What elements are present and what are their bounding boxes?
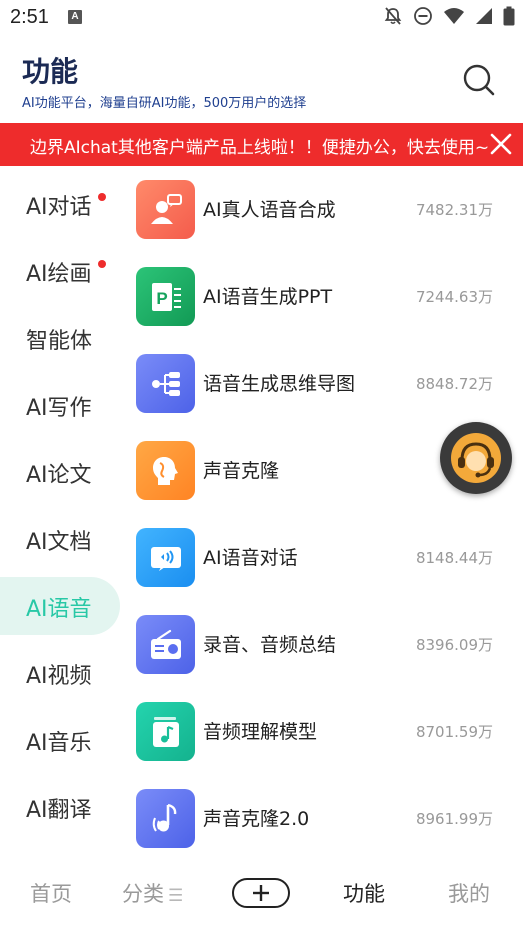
nav-home[interactable]: 首页 [30, 878, 72, 908]
sidebar-item-ai-translate[interactable]: AI翻译 [0, 778, 120, 836]
nav-mine[interactable]: 我的 [448, 878, 490, 908]
feature-name: AI语音生成PPT [203, 286, 333, 308]
do-not-disturb-icon [414, 7, 432, 25]
sidebar-item-label: AI语音 [26, 597, 92, 622]
feature-name: 声音克隆2.0 [203, 808, 310, 830]
music-note-icon [136, 789, 195, 848]
feature-item-voice-chat[interactable]: AI语音对话 8148.44万 [122, 514, 523, 601]
customer-service-button[interactable] [440, 422, 512, 494]
plus-icon [253, 885, 269, 901]
feature-name: 录音、音频总结 [203, 634, 337, 656]
close-icon[interactable] [489, 132, 513, 156]
category-sidebar: AI对话 AI绘画 智能体 AI写作 AI论文 AI文档 AI语音 AI视频 A… [0, 166, 122, 856]
sidebar-item-label: AI视频 [26, 664, 92, 689]
nav-features[interactable]: 功能 [343, 878, 385, 908]
status-time: 2:51 [10, 6, 49, 28]
announcement-banner[interactable]: 边界AIchat其他客户端产品上线啦！！便捷办公，快去使用~ [0, 123, 523, 166]
feature-list: AI真人语音合成 7482.31万 P AI语音生成PPT 7244.63万 语… [122, 166, 523, 856]
feature-item-voice-ppt[interactable]: P AI语音生成PPT 7244.63万 [122, 253, 523, 340]
sidebar-item-ai-music[interactable]: AI音乐 [0, 711, 120, 769]
usage-count: 7482.31万 [415, 201, 493, 219]
feature-name: 语音生成思维导图 [203, 373, 356, 395]
sidebar-item-ai-voice[interactable]: AI语音 [0, 577, 120, 635]
feature-name: AI语音对话 [203, 547, 298, 569]
sidebar-item-ai-paper[interactable]: AI论文 [0, 443, 120, 501]
sidebar-item-label: AI对话 [26, 195, 92, 220]
sidebar-item-label: AI绘画 [26, 262, 92, 287]
svg-text:P: P [156, 289, 167, 308]
feature-name: 声音克隆 [203, 460, 280, 482]
mind-map-icon [136, 354, 195, 413]
wifi-icon [444, 8, 464, 24]
sidebar-item-ai-video[interactable]: AI视频 [0, 644, 120, 702]
feature-name: AI真人语音合成 [203, 199, 336, 221]
sidebar-item-label: AI音乐 [26, 731, 92, 756]
feature-name: 音频理解模型 [203, 721, 318, 743]
usage-count: 8848.72万 [415, 375, 493, 393]
feature-item-mind-map[interactable]: 语音生成思维导图 8848.72万 [122, 340, 523, 427]
sidebar-item-label: AI文档 [26, 530, 92, 555]
sidebar-item-label: AI论文 [26, 463, 92, 488]
radio-icon [136, 615, 195, 674]
signal-icon [476, 8, 492, 24]
head-profile-icon [136, 441, 195, 500]
page-header: 功能 AI功能平台，海量自研AI功能，500万用户的选择 [0, 44, 523, 116]
feature-item-audio-model[interactable]: 音频理解模型 8701.59万 [122, 688, 523, 775]
sidebar-item-ai-writing[interactable]: AI写作 [0, 376, 120, 434]
feature-item-voice-synthesis[interactable]: AI真人语音合成 7482.31万 [122, 166, 523, 253]
ppt-icon: P [136, 267, 195, 326]
page-subtitle: AI功能平台，海量自研AI功能，500万用户的选择 [22, 96, 307, 111]
nav-category-label: 分类 [122, 882, 164, 906]
voice-chat-icon [136, 528, 195, 587]
usage-count: 8701.59万 [415, 723, 493, 741]
search-icon[interactable] [461, 62, 497, 98]
sidebar-item-agents[interactable]: 智能体 [0, 309, 120, 367]
battery-icon [503, 6, 515, 26]
music-file-icon [136, 702, 195, 761]
feature-item-audio-summary[interactable]: 录音、音频总结 8396.09万 [122, 601, 523, 688]
new-badge-dot [98, 260, 106, 268]
page-title: 功能 [22, 55, 79, 88]
usage-count: 8148.44万 [415, 549, 493, 567]
app-notification-icon: A [68, 10, 82, 24]
sidebar-item-ai-document[interactable]: AI文档 [0, 510, 120, 568]
feature-item-voice-clone-2[interactable]: 声音克隆2.0 8961.99万 [122, 775, 523, 862]
nav-category[interactable]: 分类 ☰ [122, 878, 183, 908]
usage-count: 8961.99万 [415, 810, 493, 828]
bottom-nav: 首页 分类 ☰ 功能 我的 [0, 856, 523, 931]
menu-icon: ☰ [168, 886, 184, 906]
usage-count: 7244.63万 [415, 288, 493, 306]
sidebar-item-label: AI翻译 [26, 798, 92, 823]
sidebar-item-ai-chat[interactable]: AI对话 [0, 175, 120, 233]
status-bar: 2:51 A [0, 0, 523, 36]
sidebar-item-ai-drawing[interactable]: AI绘画 [0, 242, 120, 300]
speaking-person-icon [136, 180, 195, 239]
headset-icon [451, 433, 501, 483]
usage-count: 8396.09万 [415, 636, 493, 654]
sidebar-item-label: AI写作 [26, 396, 92, 421]
sidebar-item-label: 智能体 [26, 329, 93, 354]
status-icons [383, 6, 515, 26]
notifications-off-icon [384, 7, 402, 25]
banner-text: 边界AIchat其他客户端产品上线啦！！便捷办公，快去使用~ [30, 138, 490, 158]
nav-add-button[interactable] [232, 878, 290, 908]
new-badge-dot [98, 193, 106, 201]
